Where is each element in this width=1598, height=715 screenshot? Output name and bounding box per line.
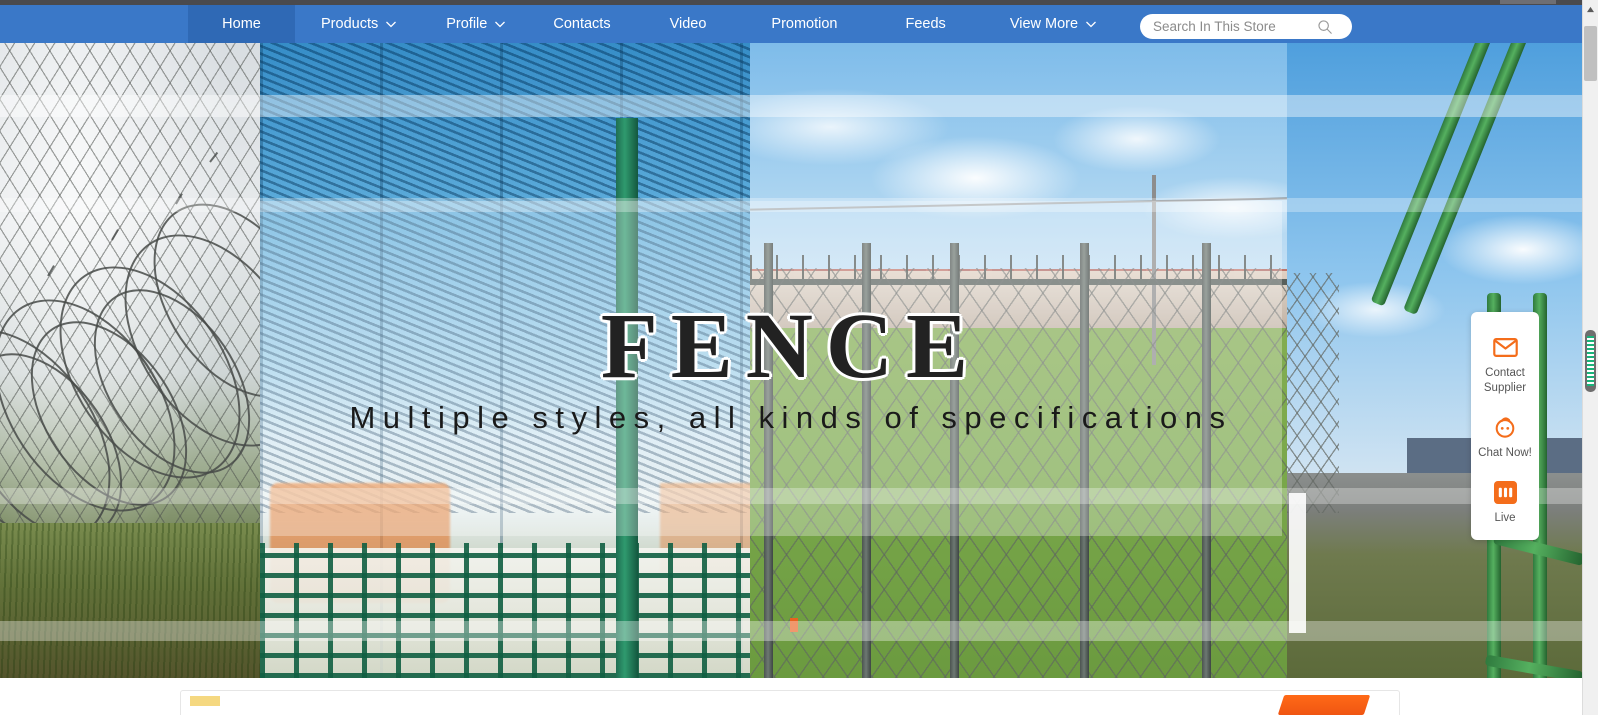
marker-stripes	[1587, 336, 1594, 386]
contact-supplier-label: Contact Supplier	[1473, 366, 1537, 396]
store-search-box[interactable]	[1140, 14, 1352, 39]
nav-item-feeds[interactable]: Feeds	[870, 5, 982, 43]
page-position-marker[interactable]	[1585, 330, 1596, 392]
nav-item-promotion[interactable]: Promotion	[739, 5, 869, 43]
chevron-down-icon	[494, 18, 506, 29]
content-area-below-banner	[0, 678, 1582, 715]
page-root: Home Products Profile Contacts Video Pro…	[0, 0, 1598, 715]
nav-item-profile-label: Profile	[446, 15, 488, 32]
chat-now-button[interactable]: Chat Now!	[1471, 414, 1539, 461]
grass-ground	[0, 523, 260, 678]
nav-item-view-more[interactable]: View More	[982, 5, 1124, 43]
nav-item-contacts[interactable]: Contacts	[527, 5, 636, 43]
envelope-icon	[1492, 334, 1518, 360]
nav-item-products[interactable]: Products	[295, 5, 420, 43]
nav-item-products-label: Products	[321, 15, 379, 32]
contact-supplier-line1: Contact	[1485, 367, 1525, 379]
green-welded-mesh	[260, 543, 750, 678]
chain-link-mesh	[1287, 273, 1339, 513]
fence-post	[1202, 243, 1211, 678]
promo-tab-shape	[1277, 695, 1371, 715]
banner-panel-razor-wire	[0, 43, 260, 678]
nav-item-profile[interactable]: Profile	[420, 5, 527, 43]
green-fence-post	[616, 118, 638, 678]
hero-banner[interactable]	[0, 43, 1582, 678]
fence-post	[1080, 243, 1089, 678]
yellow-accent-shape	[190, 696, 220, 706]
site-navigation-bar: Home Products Profile Contacts Video Pro…	[0, 5, 1582, 43]
contact-supplier-line2: Supplier	[1483, 382, 1527, 394]
nav-item-feeds-label: Feeds	[905, 15, 946, 32]
search-input[interactable]	[1140, 15, 1312, 38]
white-panel	[1289, 493, 1306, 633]
scroll-up-arrow-icon[interactable]	[1583, 2, 1598, 17]
vertical-scrollbar[interactable]	[1582, 0, 1598, 715]
fence-post	[764, 243, 773, 678]
contact-supplier-button[interactable]: Contact Supplier	[1471, 334, 1539, 396]
nav-item-list: Home Products Profile Contacts Video Pro…	[188, 5, 1124, 43]
chat-bubble-icon	[1492, 414, 1518, 440]
browser-top-strip	[0, 0, 1582, 5]
chat-now-label: Chat Now!	[1478, 447, 1532, 459]
browser-top-strip-highlight	[1500, 0, 1556, 4]
nav-item-video[interactable]: Video	[637, 5, 740, 43]
orange-ground-marker	[790, 618, 798, 632]
nav-item-home-label: Home	[222, 15, 261, 32]
banner-panel-chainlink-field	[750, 43, 1287, 678]
live-label: Live	[1494, 512, 1516, 524]
content-card[interactable]	[180, 690, 1400, 715]
fence-post	[950, 243, 959, 678]
nav-item-video-label: Video	[669, 15, 707, 32]
chevron-down-icon	[1085, 18, 1097, 29]
banner-panel-blue-mesh-fence	[260, 43, 750, 678]
search-icon[interactable]	[1312, 14, 1338, 39]
live-button[interactable]: Live	[1471, 479, 1539, 526]
live-bars-icon	[1492, 479, 1518, 505]
nav-item-contacts-label: Contacts	[553, 15, 611, 32]
nav-item-view-more-label: View More	[1009, 15, 1079, 32]
scrollbar-thumb[interactable]	[1584, 26, 1597, 81]
fence-post	[862, 243, 871, 678]
nav-item-promotion-label: Promotion	[771, 15, 838, 32]
floating-contact-widget: Contact Supplier Chat Now! Live	[1471, 312, 1539, 540]
nav-item-home[interactable]: Home	[188, 5, 295, 43]
chevron-down-icon	[385, 18, 397, 29]
